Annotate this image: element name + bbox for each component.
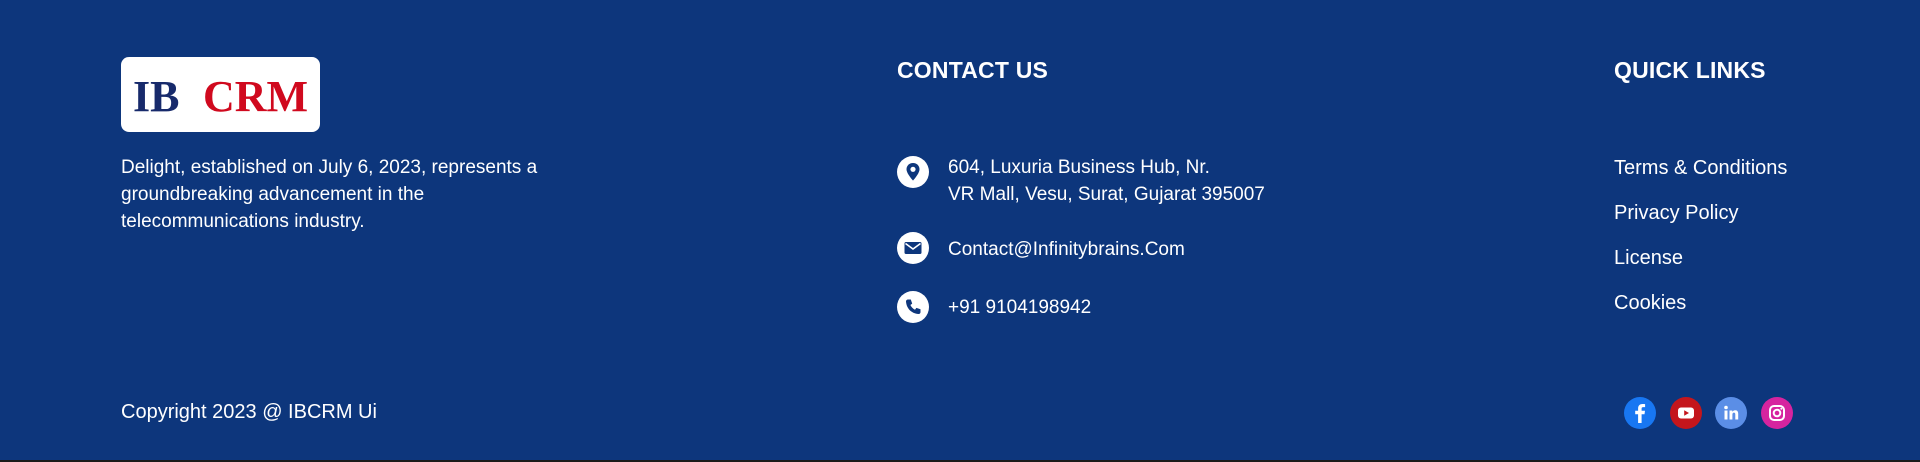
facebook-icon[interactable] xyxy=(1624,397,1656,429)
address-line-1: 604, Luxuria Business Hub, Nr. xyxy=(948,157,1210,178)
contact-heading: CONTACT US xyxy=(897,57,1049,83)
logo-mark: IB CRM xyxy=(133,72,308,121)
brand-description: Delight, established on July 6, 2023, re… xyxy=(121,157,538,232)
quick-link-cookies[interactable]: Cookies xyxy=(1614,292,1686,315)
svg-text:CRM: CRM xyxy=(203,72,308,121)
location-pin-icon xyxy=(897,156,929,188)
contact-phone[interactable]: +91 9104198942 xyxy=(948,294,1091,321)
site-footer: IB CRM Delight, established on July 6, 2… xyxy=(0,0,1920,460)
instagram-icon[interactable] xyxy=(1761,397,1793,429)
quick-links-heading: QUICK LINKS xyxy=(1614,57,1766,83)
copyright-text: Copyright 2023 @ IBCRM Ui xyxy=(121,401,377,423)
address-line-2: VR Mall, Vesu, Surat, Gujarat 395007 xyxy=(948,184,1265,205)
youtube-icon[interactable] xyxy=(1670,397,1702,429)
contact-address: 604, Luxuria Business Hub, Nr. VR Mall, … xyxy=(948,154,1265,208)
quick-link-license[interactable]: License xyxy=(1614,247,1683,270)
logo-crm-group: CRM xyxy=(203,72,308,121)
svg-text:IB: IB xyxy=(133,72,179,121)
quick-link-privacy[interactable]: Privacy Policy xyxy=(1614,202,1738,225)
phone-icon xyxy=(897,291,929,323)
mail-icon xyxy=(897,232,929,264)
quick-link-terms[interactable]: Terms & Conditions xyxy=(1614,157,1787,180)
brand-logo[interactable]: IB CRM xyxy=(121,57,320,132)
linkedin-icon[interactable] xyxy=(1715,397,1747,429)
contact-email[interactable]: Contact@Infinitybrains.Com xyxy=(948,236,1185,263)
